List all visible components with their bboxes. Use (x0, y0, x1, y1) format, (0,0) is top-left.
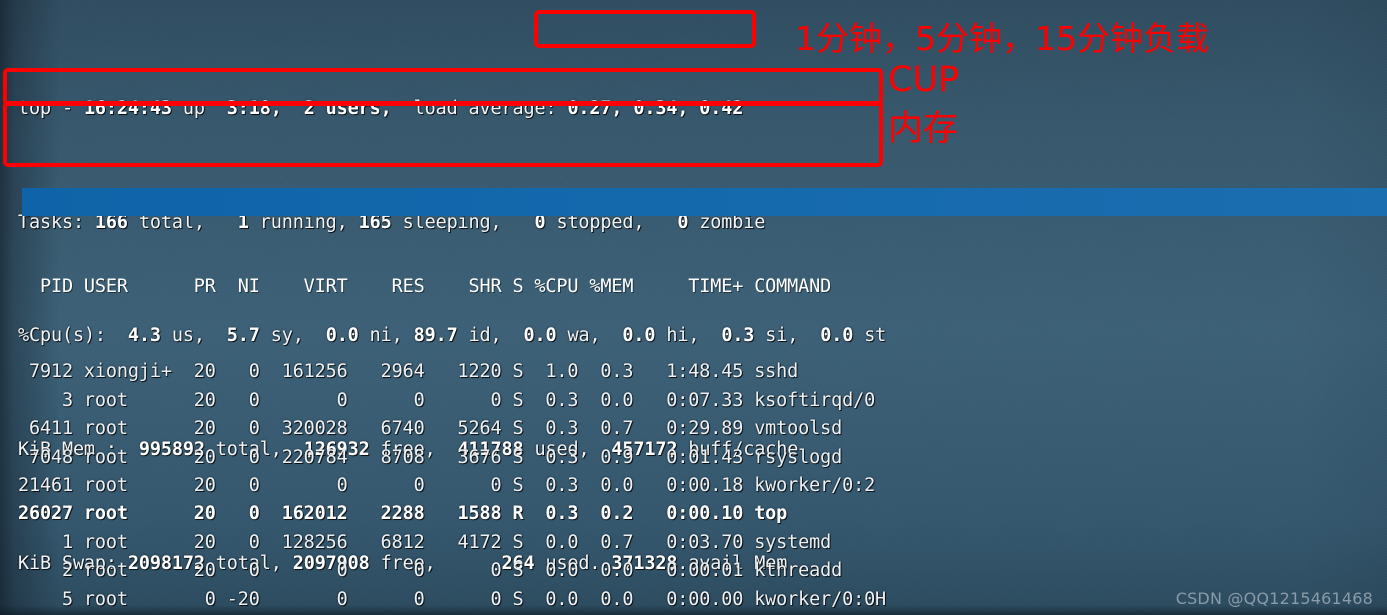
current-time: 16:24:43 (83, 98, 172, 120)
terminal-screenshot: top - 16:24:43 up 3:18, 2 users, load av… (0, 0, 1387, 615)
top-prefix: top - (18, 98, 84, 120)
table-header-row: PID USER PR NI VIRT RES SHR S %CPU %MEM … (18, 276, 832, 298)
table-header-bar (22, 188, 1387, 217)
annotation-memory: 内存 (888, 109, 959, 149)
table-row: 5 root 0 -20 0 0 0 S 0.0 0.0 0:00.00 kwo… (18, 588, 887, 610)
table-row: 21461 root 20 0 0 0 0 S 0.3 0.0 0:00.18 … (18, 474, 876, 496)
annotation-load-average: 1分钟，5分钟，15分钟负载 (795, 19, 1209, 58)
up-label: up (171, 98, 216, 120)
table-row: 2 root 20 0 0 0 0 S 0.0 0.0 0:00.01 kthr… (18, 560, 843, 582)
table-row: 1 root 20 0 128256 6812 4172 S 0.0 0.7 0… (18, 531, 832, 553)
annotation-cpu: CUP (888, 60, 960, 100)
table-row: 7048 root 20 0 220784 8708 3676 S 0.3 0.… (18, 446, 843, 468)
summary-line-uptime: top - 16:24:43 up 3:18, 2 users, load av… (18, 95, 886, 123)
users-value: 2 users, (281, 98, 392, 120)
load-average-label: load average: (391, 98, 568, 120)
table-row: 7912 xiongji+ 20 0 161256 2964 1220 S 1.… (18, 361, 799, 383)
uptime-value: 3:18, (215, 98, 282, 120)
table-row: 26027 root 20 0 162012 2288 1588 R 0.3 0… (18, 503, 788, 525)
table-body: 7912 xiongji+ 20 0 161256 2964 1220 S 1.… (18, 358, 897, 615)
watermark: CSDN @QQ1215461468 (1175, 589, 1373, 608)
table-row: 6411 root 20 0 320028 6740 5264 S 0.3 0.… (18, 418, 843, 440)
process-table: PID USER PR NI VIRT RES SHR S %CPU %MEM … (18, 188, 1387, 615)
table-row: 3 root 20 0 0 0 0 S 0.3 0.0 0:07.33 ksof… (18, 389, 876, 411)
load-average-values: 0.27, 0.34, 0.42 (567, 98, 744, 120)
